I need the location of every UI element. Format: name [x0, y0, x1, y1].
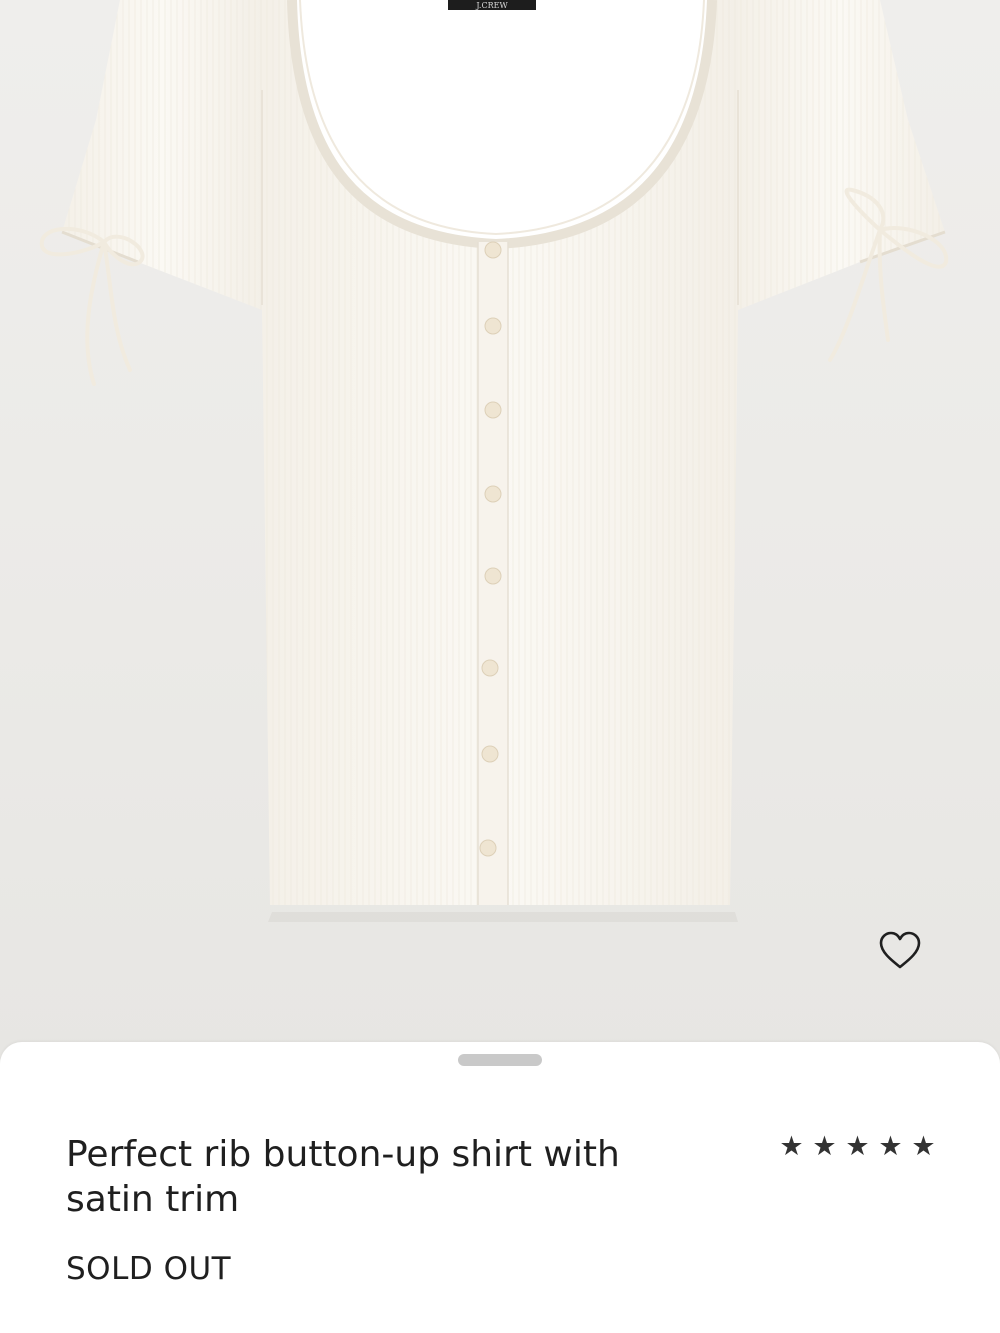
star-icon: ★ [779, 1131, 804, 1162]
brand-label: J.CREW [475, 1, 508, 10]
product-title: Perfect rib button-up shirt with satin t… [66, 1134, 620, 1220]
star-icon: ★ [845, 1131, 870, 1162]
product-rating[interactable]: ★ ★ ★ ★ ★ [778, 1130, 937, 1164]
star-icon: ★ [911, 1131, 936, 1162]
product-image[interactable]: J.CREW [0, 0, 1000, 1060]
wishlist-button[interactable] [878, 930, 930, 978]
shirt-illustration: J.CREW [39, 0, 949, 922]
product-detail-screen: J.CREW Perfect rib button-up shirt with … [0, 0, 1000, 1333]
product-info-sheet: Perfect rib button-up shirt with satin t… [0, 1042, 1000, 1333]
star-icon: ★ [812, 1131, 837, 1162]
star-icon: ★ [878, 1131, 903, 1162]
sheet-grabber-handle[interactable] [458, 1054, 542, 1066]
stock-status: SOLD OUT [66, 1251, 232, 1287]
heart-outline-icon [879, 931, 921, 969]
